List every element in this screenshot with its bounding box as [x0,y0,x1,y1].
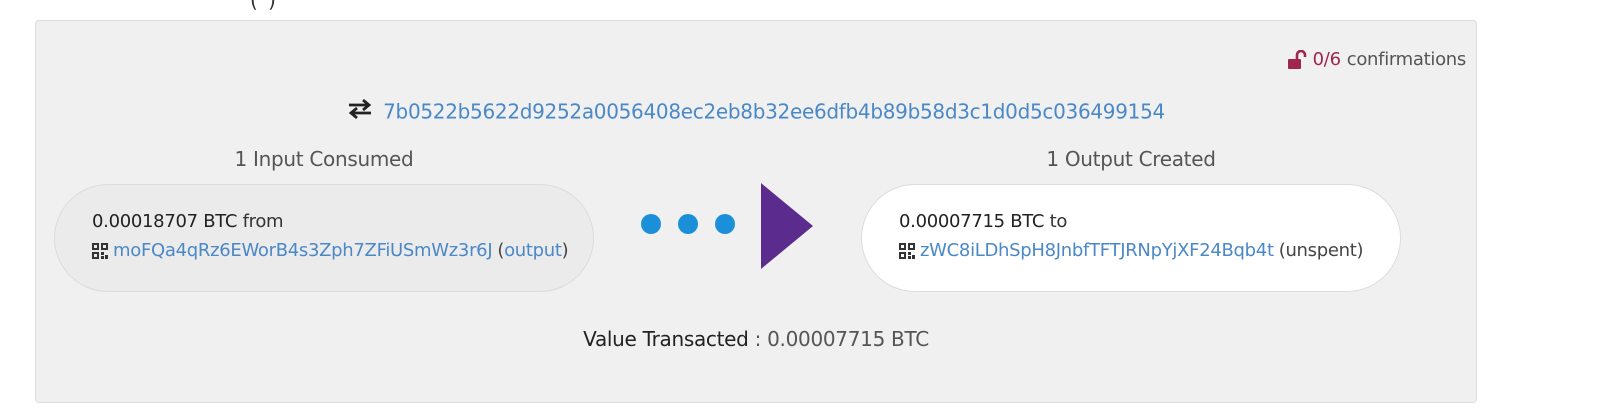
flow-dot [641,214,661,234]
qr-code-icon[interactable] [899,242,915,259]
unlocked-padlock-icon [1287,49,1309,70]
transaction-id-row: 7b0522b5622d9252a0056408ec2eb8b32ee6dfb4… [36,98,1476,124]
transaction-panel: 0/6 confirmations 7b0522b5622d9252a00564… [35,20,1477,403]
input-address-link[interactable]: moFQa4qRz6EWorB4s3Zph7ZFiUSmWz3r6J [113,240,493,261]
input-output-link[interactable]: output [504,240,562,261]
flow-arrow-icon [761,183,813,269]
inputs-heading: 1 Input Consumed [234,147,414,171]
value-transacted-label: Value Transacted [583,327,749,351]
output-address-link[interactable]: zWC8iLDhSpH8JnbfTFTJRNpYjXF24Bqb4t [920,240,1274,261]
confirmations-label: confirmations [1346,49,1467,70]
outputs-heading: 1 Output Created [1046,147,1216,171]
confirmations-count: 0/6 [1312,49,1341,70]
input-item: 0.00018707 BTC from moFQa4qRz6EWorB4s3Zp… [54,184,594,292]
swap-arrows-icon [347,98,373,124]
output-amount: 0.00007715 BTC [899,211,1045,232]
flow-dot [715,214,735,234]
output-preposition: to [1049,211,1068,232]
confirmations-status: 0/6 confirmations [1287,49,1466,70]
input-preposition: from [242,211,284,232]
flow-dots [641,214,752,234]
truncated-heading-fragment: ( ) [250,0,278,12]
output-item: 0.00007715 BTC to zWC8iLDhSpH8JnbfTFTJRN… [861,184,1401,292]
input-amount: 0.00018707 BTC [92,211,238,232]
value-transacted-amount: 0.00007715 BTC [767,327,929,351]
flow-dot [678,214,698,234]
output-status: unspent [1285,240,1357,261]
value-separator: : [748,327,768,351]
qr-code-icon[interactable] [92,242,108,259]
transaction-id-link[interactable]: 7b0522b5622d9252a0056408ec2eb8b32ee6dfb4… [383,100,1165,124]
value-transacted: Value Transacted : 0.00007715 BTC [36,327,1476,351]
